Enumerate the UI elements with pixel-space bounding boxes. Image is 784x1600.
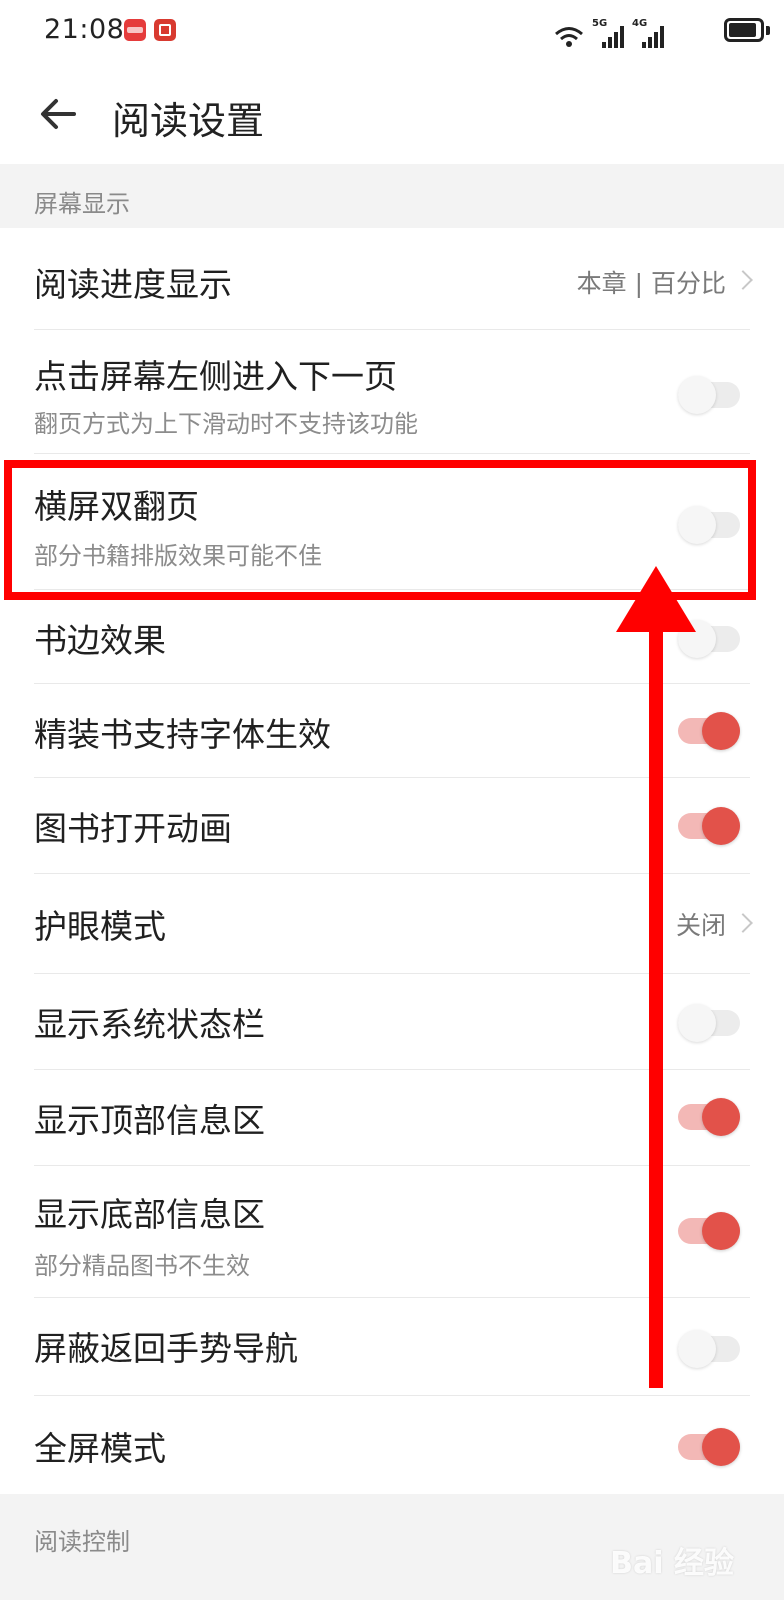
chevron-right-icon: [733, 270, 753, 290]
setting-eye-care-mode[interactable]: 护眼模式 关闭: [0, 874, 784, 974]
wifi-icon: [555, 27, 583, 47]
setting-tap-left-next-page: 点击屏幕左侧进入下一页 翻页方式为上下滑动时不支持该功能: [0, 330, 784, 454]
setting-subtitle: 部分书籍排版效果可能不佳: [34, 542, 322, 570]
status-bar: 21:08 5G 4G: [0, 0, 784, 68]
page-title: 阅读设置: [112, 99, 265, 143]
setting-title: 屏蔽返回手势导航: [34, 1329, 298, 1368]
toggle-switch[interactable]: [678, 1098, 740, 1136]
toggle-switch[interactable]: [678, 1004, 740, 1042]
setting-title: 阅读进度显示: [34, 265, 232, 304]
chevron-right-icon: [733, 913, 753, 933]
back-arrow-icon[interactable]: [30, 86, 86, 142]
app-notification-icon-2: [154, 19, 176, 41]
toggle-switch[interactable]: [678, 620, 740, 658]
toggle-switch[interactable]: [678, 712, 740, 750]
setting-show-system-bar: 显示系统状态栏: [0, 974, 784, 1070]
watermark: Bai 经验: [610, 1546, 734, 1581]
app-notification-icon: [124, 19, 146, 41]
signal-5g-icon: 5G: [592, 18, 624, 48]
toggle-switch[interactable]: [678, 376, 740, 414]
toggle-switch[interactable]: [678, 506, 740, 544]
setting-title: 显示底部信息区: [34, 1195, 265, 1234]
setting-title: 显示顶部信息区: [34, 1101, 265, 1140]
setting-subtitle: 部分精品图书不生效: [34, 1252, 250, 1280]
setting-title: 点击屏幕左侧进入下一页: [34, 357, 397, 396]
setting-title: 横屏双翻页: [34, 487, 199, 526]
toggle-switch[interactable]: [678, 1428, 740, 1466]
status-icons: 5G 4G: [554, 18, 664, 48]
setting-value: 关闭: [675, 911, 726, 940]
setting-title: 精装书支持字体生效: [34, 715, 331, 754]
setting-landscape-double-page: 横屏双翻页 部分书籍排版效果可能不佳: [0, 454, 784, 590]
setting-open-animation: 图书打开动画: [0, 778, 784, 874]
setting-title: 显示系统状态栏: [34, 1005, 265, 1044]
setting-title: 全屏模式: [34, 1429, 166, 1468]
toggle-switch[interactable]: [678, 1212, 740, 1250]
app-bar: 阅读设置: [0, 68, 784, 164]
setting-book-edge-effect: 书边效果: [0, 590, 784, 684]
setting-value: 本章 | 百分比: [576, 269, 726, 298]
setting-title: 护眼模式: [34, 907, 166, 946]
setting-hardcover-font: 精装书支持字体生效: [0, 684, 784, 778]
setting-show-top-info: 显示顶部信息区: [0, 1070, 784, 1166]
setting-reading-progress[interactable]: 阅读进度显示 本章 | 百分比: [0, 228, 784, 330]
setting-title: 书边效果: [34, 621, 166, 660]
signal-4g-icon: 4G: [632, 18, 664, 48]
toggle-switch[interactable]: [678, 807, 740, 845]
setting-title: 图书打开动画: [34, 809, 232, 848]
setting-show-bottom-info: 显示底部信息区 部分精品图书不生效: [0, 1166, 784, 1298]
status-time: 21:08: [44, 14, 125, 45]
setting-fullscreen-mode: 全屏模式: [0, 1396, 784, 1494]
setting-block-back-gesture: 屏蔽返回手势导航: [0, 1298, 784, 1396]
setting-subtitle: 翻页方式为上下滑动时不支持该功能: [34, 410, 418, 438]
section-header-screen-display: 屏幕显示: [0, 164, 784, 228]
toggle-switch[interactable]: [678, 1330, 740, 1368]
